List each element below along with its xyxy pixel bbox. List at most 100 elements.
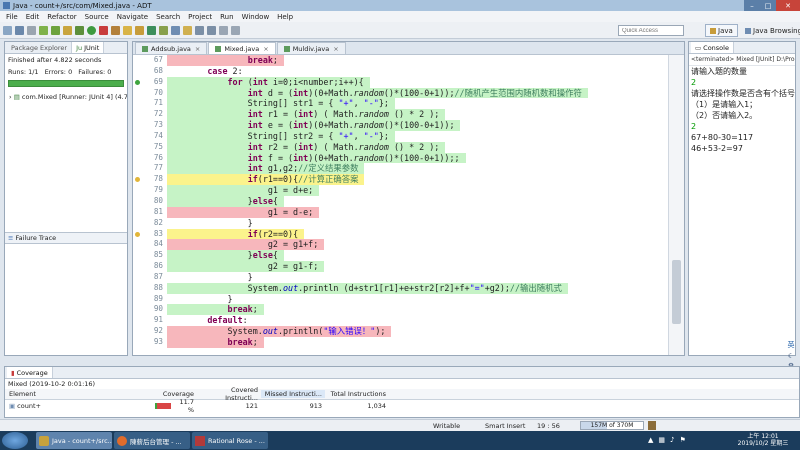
code-area[interactable]: 67 break; 68 case 2: 69 for (int i=0;i<num… xyxy=(133,55,668,355)
network-icon[interactable]: ▦ xyxy=(658,436,665,444)
code-line[interactable]: 71 String[] str1 = { "+", "-"}; xyxy=(133,98,668,110)
tab-package-explorer[interactable]: Package Explorer xyxy=(7,42,73,53)
col-missed[interactable]: Missed Instructi... xyxy=(261,390,325,398)
line-gutter[interactable] xyxy=(133,153,142,164)
line-gutter[interactable] xyxy=(133,131,142,142)
close-tab-icon[interactable]: × xyxy=(263,45,268,53)
line-gutter[interactable] xyxy=(133,294,142,305)
perspective-java[interactable]: Java xyxy=(705,24,738,37)
menu-window[interactable]: Window xyxy=(238,13,274,21)
coverage-run-icon[interactable] xyxy=(99,25,108,35)
next-annotation-icon[interactable] xyxy=(195,25,204,35)
line-gutter[interactable] xyxy=(133,283,142,294)
code-line[interactable]: 82 } xyxy=(133,218,668,229)
menu-source[interactable]: Source xyxy=(81,13,113,21)
code-line[interactable]: 75 int r2 = (int) ( Math.random () * 2 )… xyxy=(133,141,668,153)
code-line[interactable]: 84 g2 = g1+f; xyxy=(133,239,668,251)
close-button[interactable]: ✕ xyxy=(776,0,800,11)
minimize-button[interactable]: – xyxy=(744,0,760,11)
clock[interactable]: 上午 12:01 2019/10/2 星期三 xyxy=(730,433,796,447)
code-line[interactable]: 69 for (int i=0;i<number;i++){ xyxy=(133,76,668,88)
tray-up-icon[interactable]: ▲ xyxy=(648,436,653,444)
line-gutter[interactable] xyxy=(133,109,142,120)
col-total[interactable]: Total Instructions xyxy=(325,390,389,398)
col-element[interactable]: Element xyxy=(5,390,155,398)
code-line[interactable]: 87 } xyxy=(133,272,668,283)
quick-access-input[interactable] xyxy=(618,25,684,36)
maximize-button[interactable]: □ xyxy=(760,0,776,11)
open-type-icon[interactable] xyxy=(159,25,168,35)
menu-refactor[interactable]: Refactor xyxy=(43,13,80,21)
editor-vertical-scrollbar[interactable] xyxy=(668,55,684,355)
close-tab-icon[interactable]: × xyxy=(195,45,200,53)
new-icon[interactable] xyxy=(3,25,12,35)
test-tree-item[interactable]: › ▤ com.Mixed [Runner: JUnit 4] (4.702 xyxy=(5,89,127,105)
code-line[interactable]: 74 String[] str2 = { "+", "-"}; xyxy=(133,130,668,142)
code-line[interactable]: 86 g2 = g1-f; xyxy=(133,261,668,272)
prev-annotation-icon[interactable] xyxy=(207,25,216,35)
line-gutter[interactable] xyxy=(133,315,142,326)
android-sdk-icon[interactable] xyxy=(39,25,48,35)
new-package-icon[interactable] xyxy=(135,25,144,35)
tab-coverage[interactable]: ▮ Coverage xyxy=(7,367,53,378)
taskbar-item-browser[interactable]: 陳薪后台管理 - ... xyxy=(114,432,190,449)
search-icon[interactable] xyxy=(171,25,180,35)
line-gutter[interactable] xyxy=(133,163,142,174)
line-gutter[interactable] xyxy=(133,174,142,185)
code-line[interactable]: 72 int r1 = (int) ( Math.random () * 2 )… xyxy=(133,109,668,121)
line-gutter[interactable] xyxy=(133,55,142,66)
line-gutter[interactable] xyxy=(133,185,142,196)
menu-help[interactable]: Help xyxy=(273,13,297,21)
line-gutter[interactable] xyxy=(133,272,142,283)
line-gutter[interactable] xyxy=(133,120,142,131)
code-line[interactable]: 78 if(r1==0){//计算正确答案 xyxy=(133,174,668,186)
expand-icon[interactable]: › xyxy=(9,93,12,101)
menu-project[interactable]: Project xyxy=(184,13,216,21)
code-line[interactable]: 77 int g1,g2;//定义结果参数 xyxy=(133,163,668,175)
editor-tab[interactable]: Mixed.java × xyxy=(208,42,276,54)
line-gutter[interactable] xyxy=(133,326,142,337)
ime-moon-icon[interactable]: ☾ xyxy=(788,352,794,360)
code-line[interactable]: 92 System.out.println("输入错误！"); xyxy=(133,326,668,337)
menu-file[interactable]: File xyxy=(2,13,22,21)
code-line[interactable]: 68 case 2: xyxy=(133,66,668,77)
close-tab-icon[interactable]: × xyxy=(333,45,338,53)
memory-indicator[interactable]: 157M of 370M xyxy=(580,421,644,430)
line-gutter[interactable] xyxy=(133,196,142,207)
code-line[interactable]: 80 }else{ xyxy=(133,195,668,207)
lint-icon[interactable] xyxy=(63,25,72,35)
menu-run[interactable]: Run xyxy=(216,13,237,21)
line-gutter[interactable] xyxy=(133,77,142,88)
code-line[interactable]: 70 int d = (int)(0+Math.random()*(100-0+… xyxy=(133,87,668,99)
forward-icon[interactable] xyxy=(231,25,240,35)
new-java-project-icon[interactable] xyxy=(123,25,132,35)
editor-tab[interactable]: Addsub.java × xyxy=(135,42,208,54)
tab-junit[interactable]: Ju JUnit xyxy=(72,42,105,53)
avd-manager-icon[interactable] xyxy=(51,25,60,35)
code-line[interactable]: 85 }else{ xyxy=(133,250,668,262)
code-line[interactable]: 76 int f = (int)(0+Math.random()*(100-0+… xyxy=(133,152,668,164)
code-line[interactable]: 81 g1 = d-e; xyxy=(133,206,668,218)
external-tools-icon[interactable] xyxy=(111,25,120,35)
code-line[interactable]: 93 break; xyxy=(133,336,668,348)
line-gutter[interactable] xyxy=(133,337,142,348)
back-icon[interactable] xyxy=(219,25,228,35)
menu-navigate[interactable]: Navigate xyxy=(113,13,152,21)
tab-console[interactable]: ▭ Console xyxy=(691,42,734,53)
code-line[interactable]: 89 } xyxy=(133,294,668,305)
line-gutter[interactable] xyxy=(133,98,142,109)
editor-tab[interactable]: Muldiv.java × xyxy=(276,42,346,54)
line-gutter[interactable] xyxy=(133,88,142,99)
code-line[interactable]: 83 if(r2==0){ xyxy=(133,228,668,240)
line-gutter[interactable] xyxy=(133,66,142,77)
line-gutter[interactable] xyxy=(133,218,142,229)
table-row[interactable]: ▣ count+ 11.7 % 121 913 1,034 xyxy=(5,398,799,414)
toggle-mark-icon[interactable] xyxy=(183,25,192,35)
col-covered[interactable]: Covered Instructi... xyxy=(197,386,261,402)
line-gutter[interactable] xyxy=(133,261,142,272)
debug-icon[interactable] xyxy=(75,25,84,35)
line-gutter[interactable] xyxy=(133,142,142,153)
volume-icon[interactable]: ♪ xyxy=(670,436,674,444)
code-line[interactable]: 88 System.out.println (d+str1[r1]+e+str2… xyxy=(133,282,668,294)
line-gutter[interactable] xyxy=(133,229,142,240)
